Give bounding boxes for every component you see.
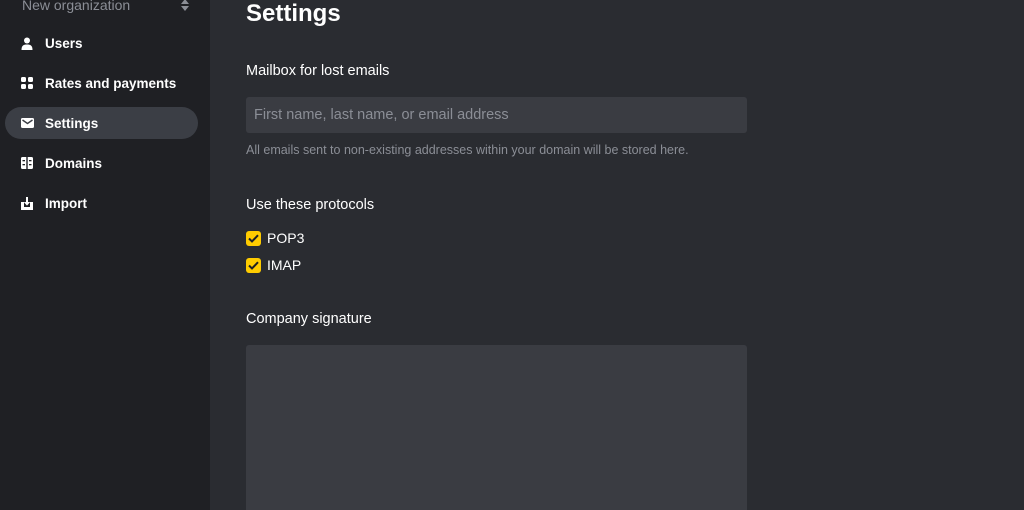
domains-icon xyxy=(20,156,34,170)
page-title: Settings xyxy=(246,0,341,27)
checkbox-checked-icon[interactable] xyxy=(246,257,261,273)
sidebar-item-domains[interactable]: Domains xyxy=(5,147,198,179)
imap-checkbox[interactable]: IMAP xyxy=(246,257,301,273)
pop3-label: POP3 xyxy=(267,230,305,246)
pop3-checkbox[interactable]: POP3 xyxy=(246,230,304,246)
sidebar-item-label: Users xyxy=(45,35,83,51)
mailbox-hint: All emails sent to non-existing addresse… xyxy=(246,143,689,157)
sort-arrows-icon xyxy=(180,0,190,12)
organization-name: New organization xyxy=(22,0,131,13)
sidebar-item-users[interactable]: Users xyxy=(5,27,198,59)
imap-label: IMAP xyxy=(267,257,302,273)
protocols-section-label: Use these protocols xyxy=(246,197,375,213)
sidebar-item-rates-and-payments[interactable]: Rates and payments xyxy=(5,67,198,99)
import-icon xyxy=(20,196,34,210)
sidebar-item-settings[interactable]: Settings xyxy=(5,107,198,139)
sidebar-item-import[interactable]: Import xyxy=(5,187,198,219)
sidebar: New organization Users Rates and payment… xyxy=(0,0,210,510)
envelope-icon xyxy=(20,116,34,130)
main-content: Settings Mailbox for lost emails All ema… xyxy=(210,0,1024,510)
grid-icon xyxy=(20,76,34,90)
sidebar-nav: Users Rates and payments Settings Domain… xyxy=(5,27,198,227)
mailbox-section-label: Mailbox for lost emails xyxy=(246,63,390,79)
signature-section-label: Company signature xyxy=(246,311,372,327)
sidebar-item-label: Domains xyxy=(45,155,103,171)
user-icon xyxy=(20,36,34,50)
sidebar-item-label: Import xyxy=(45,195,87,211)
sidebar-item-label: Rates and payments xyxy=(45,75,177,91)
sidebar-item-label: Settings xyxy=(45,115,99,131)
organization-switcher[interactable]: New organization xyxy=(22,0,190,16)
lost-emails-mailbox-input[interactable] xyxy=(246,97,747,133)
company-signature-textarea[interactable] xyxy=(246,345,747,510)
app-window: New organization Users Rates and payment… xyxy=(0,0,1024,510)
checkbox-checked-icon[interactable] xyxy=(246,230,261,246)
